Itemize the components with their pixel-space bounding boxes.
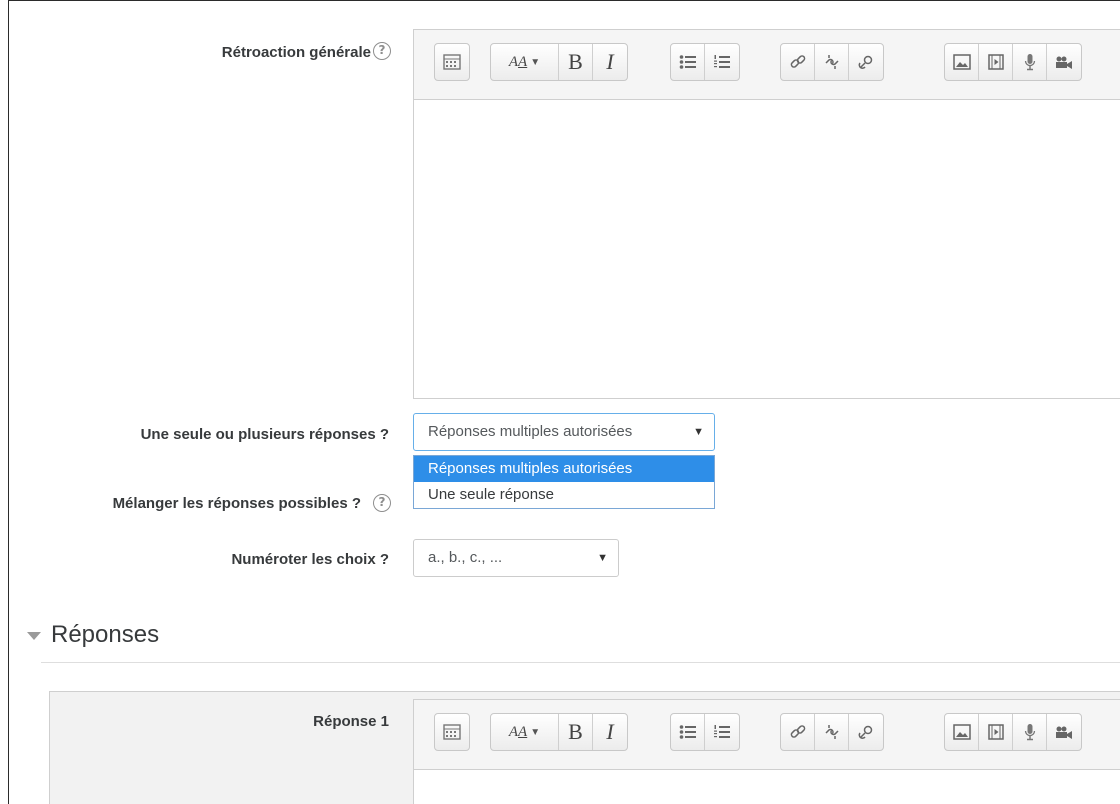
unordered-list-icon[interactable] (671, 714, 705, 750)
option-multiple-answers[interactable]: Réponses multiples autorisées (414, 456, 714, 482)
toolbar-group-links (780, 43, 884, 81)
emoticon-icon[interactable] (849, 714, 883, 750)
toolbar-toggle-icon[interactable] (435, 714, 469, 750)
editor-toolbar: AA ▼ B I (414, 30, 1120, 100)
dropdown-arrow-icon: ▼ (693, 426, 704, 438)
toolbar-group-lists (670, 43, 740, 81)
italic-icon[interactable]: I (593, 44, 627, 80)
toolbar-group-format: AA ▼ B I (490, 43, 628, 81)
question-circle-icon[interactable]: ? (373, 42, 391, 60)
toolbar-group-toggle (434, 713, 470, 751)
single-or-multiple-value: Réponses multiples autorisées (428, 423, 633, 440)
unordered-list-icon[interactable] (671, 44, 705, 80)
toolbar-group-lists (670, 713, 740, 751)
font-style-icon[interactable]: AA ▼ (491, 44, 559, 80)
collapse-caret-icon[interactable] (27, 632, 41, 640)
general-feedback-label: Rétroaction générale (221, 44, 371, 61)
shuffle-label: Mélanger les réponses possibles ? (112, 495, 361, 512)
toolbar-group-format: AA ▼ B I (490, 713, 628, 751)
ordered-list-icon[interactable] (705, 44, 739, 80)
record-audio-icon[interactable] (1013, 44, 1047, 80)
toolbar-group-toggle (434, 43, 470, 81)
section-divider (41, 662, 1120, 663)
record-audio-icon[interactable] (1013, 714, 1047, 750)
answer-1-editor: AA ▼ B I (413, 699, 1120, 804)
editor-toolbar: AA ▼ B I (414, 700, 1120, 770)
toolbar-group-links (780, 713, 884, 751)
single-or-multiple-select[interactable]: Réponses multiples autorisées ▼ (413, 413, 715, 451)
option-single-answer[interactable]: Une seule réponse (414, 482, 714, 508)
toolbar-group-media (944, 713, 1082, 751)
link-icon[interactable] (781, 44, 815, 80)
answers-section-title[interactable]: Réponses (51, 621, 159, 649)
link-icon[interactable] (781, 714, 815, 750)
ordered-list-icon[interactable] (705, 714, 739, 750)
image-icon[interactable] (945, 44, 979, 80)
bold-icon[interactable]: B (559, 44, 593, 80)
font-style-icon[interactable]: AA ▼ (491, 714, 559, 750)
numbering-label: Numéroter les choix ? (231, 551, 389, 568)
toolbar-toggle-icon[interactable] (435, 44, 469, 80)
media-icon[interactable] (979, 44, 1013, 80)
form-frame: Rétroaction générale ? AA ▼ B I Une seul… (8, 0, 1120, 804)
answer-1-label: Réponse 1 (313, 713, 389, 730)
record-video-icon[interactable] (1047, 714, 1081, 750)
unlink-icon[interactable] (815, 44, 849, 80)
single-or-multiple-dropdown: Réponses multiples autorisées Une seule … (413, 455, 715, 509)
record-video-icon[interactable] (1047, 44, 1081, 80)
single-or-multiple-label: Une seule ou plusieurs réponses ? (140, 426, 389, 443)
numbering-value: a., b., c., ... (428, 549, 503, 566)
general-feedback-editor: AA ▼ B I (413, 29, 1120, 399)
italic-icon[interactable]: I (593, 714, 627, 750)
media-icon[interactable] (979, 714, 1013, 750)
toolbar-group-media (944, 43, 1082, 81)
numbering-select[interactable]: a., b., c., ... ▼ (413, 539, 619, 577)
dropdown-arrow-icon: ▼ (597, 552, 608, 564)
image-icon[interactable] (945, 714, 979, 750)
unlink-icon[interactable] (815, 714, 849, 750)
emoticon-icon[interactable] (849, 44, 883, 80)
bold-icon[interactable]: B (559, 714, 593, 750)
question-circle-icon[interactable]: ? (373, 494, 391, 512)
